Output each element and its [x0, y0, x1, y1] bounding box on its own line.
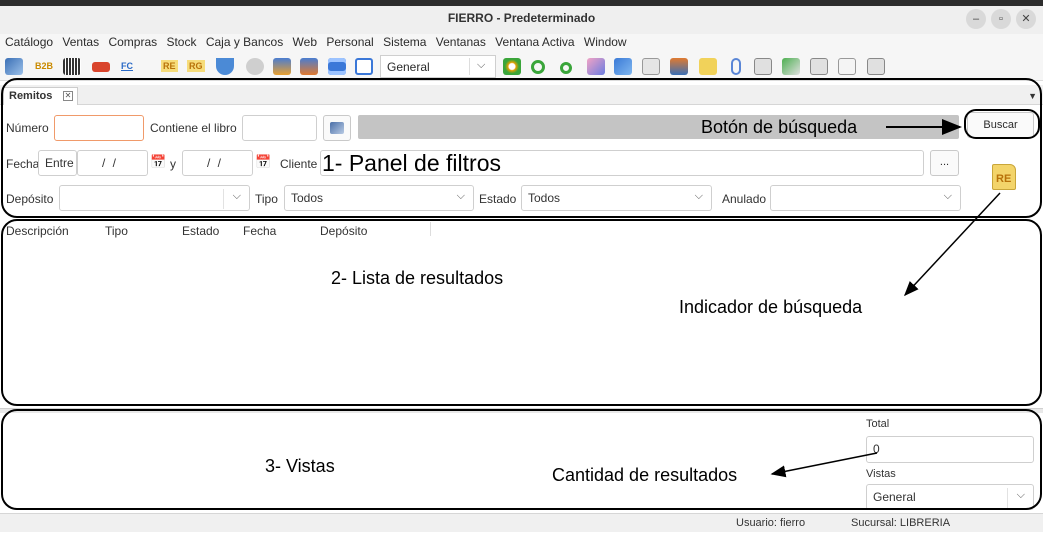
fc-icon[interactable]: FC [121, 60, 133, 72]
menu-web[interactable]: Web [293, 34, 317, 50]
menu-window[interactable]: Window [584, 34, 627, 50]
printer-ticket-icon[interactable] [867, 58, 885, 75]
printer-doc-icon[interactable] [642, 58, 660, 75]
book-icon[interactable] [5, 58, 23, 75]
paperclip-icon[interactable] [731, 58, 741, 75]
printer-alt-icon[interactable] [810, 58, 828, 75]
close-button[interactable]: ✕ [1016, 9, 1036, 29]
shield-icon[interactable] [216, 58, 234, 75]
menu-ventas[interactable]: Ventas [62, 34, 99, 50]
menu-caja-bancos[interactable]: Caja y Bancos [206, 34, 283, 50]
toolbar: B2B FC RE RG General ⌵ [0, 52, 1043, 81]
menu-personal[interactable]: Personal [326, 34, 373, 50]
menu-bar: Catálogo Ventas Compras Stock Caja y Ban… [0, 34, 1043, 52]
calendar-edit-icon[interactable] [782, 58, 800, 75]
title-bar: FIERRO - Predeterminado – ▫ ✕ [0, 0, 1043, 34]
layout-split-icon[interactable] [328, 58, 346, 75]
circle-green-icon[interactable] [531, 60, 545, 74]
buscar-button-outline [964, 109, 1040, 139]
select-separator [469, 58, 470, 75]
status-usuario: Usuario: fierro [736, 517, 806, 529]
mail-icon[interactable] [838, 58, 856, 75]
export-icon[interactable] [273, 58, 291, 75]
chevron-down-icon: ⌵ [477, 59, 486, 71]
rings-icon[interactable] [503, 58, 521, 75]
maximize-button[interactable]: ▫ [991, 9, 1011, 29]
truck-icon[interactable] [92, 62, 110, 72]
re-icon[interactable]: RE [161, 60, 178, 72]
view-select-value: General [387, 60, 430, 74]
annotation-panel-filtros: 1- Panel de filtros [322, 150, 501, 176]
status-sucursal: Sucursal: LIBRERIA [851, 517, 951, 529]
folder-icon[interactable] [699, 58, 717, 75]
minimize-button[interactable]: – [966, 9, 986, 29]
store-icon[interactable] [670, 58, 688, 75]
cancel-doc-icon[interactable] [246, 58, 264, 75]
menu-stock[interactable]: Stock [166, 34, 196, 50]
results-panel-outline [1, 219, 1042, 406]
menu-sistema[interactable]: Sistema [383, 34, 426, 50]
views-panel-outline [1, 409, 1042, 510]
printer-icon[interactable] [754, 58, 772, 75]
layout-rows-icon[interactable] [355, 58, 373, 75]
menu-compras[interactable]: Compras [108, 34, 157, 50]
barcode-icon[interactable] [63, 58, 81, 75]
b2b-icon[interactable]: B2B [35, 60, 53, 72]
circle-small-icon[interactable] [560, 62, 572, 74]
view-select[interactable]: General ⌵ [380, 55, 496, 78]
image-icon[interactable] [614, 58, 632, 75]
menu-ventana-activa[interactable]: Ventana Activa [495, 34, 574, 50]
menu-ventanas[interactable]: Ventanas [436, 34, 486, 50]
filter-panel-outline [1, 78, 1042, 218]
import-icon[interactable] [300, 58, 318, 75]
annotation-lista-resultados: 2- Lista de resultados [331, 268, 504, 288]
rg-icon[interactable]: RG [187, 60, 205, 72]
annotation-boton-busqueda: Botón de búsqueda [701, 117, 858, 137]
window-title: FIERRO - Predeterminado [447, 11, 596, 25]
menu-catalogo[interactable]: Catálogo [5, 34, 53, 50]
annotation-indicador-busqueda: Indicador de búsqueda [679, 297, 863, 317]
eraser-icon[interactable] [587, 58, 605, 75]
annotation-cantidad-resultados: Cantidad de resultados [552, 465, 738, 485]
annotation-vistas: 3- Vistas [265, 456, 335, 476]
status-bar: Usuario: fierro Sucursal: LIBRERIA [0, 513, 1043, 532]
